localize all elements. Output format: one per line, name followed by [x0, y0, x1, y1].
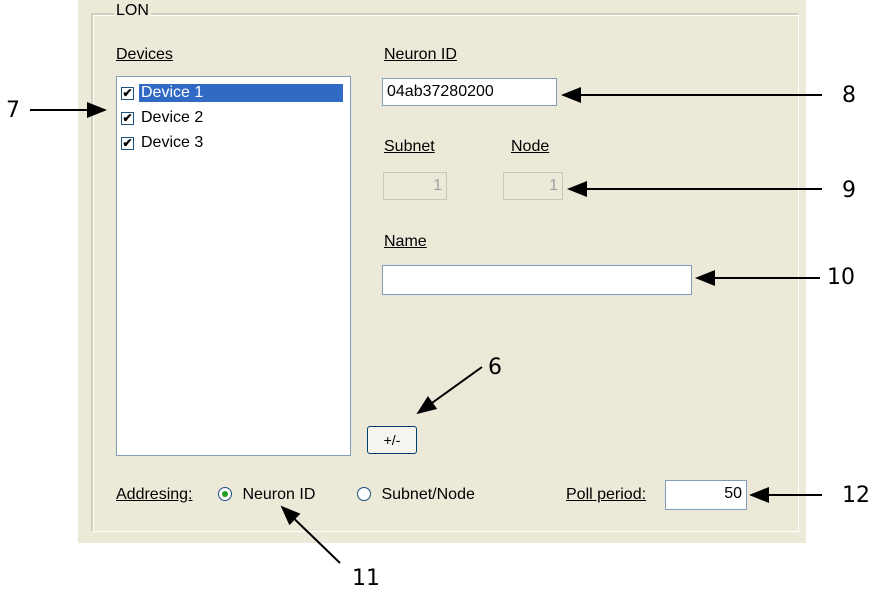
arrow-11	[280, 505, 341, 564]
callout-arrows	[30, 87, 822, 564]
arrow-6	[416, 366, 483, 415]
